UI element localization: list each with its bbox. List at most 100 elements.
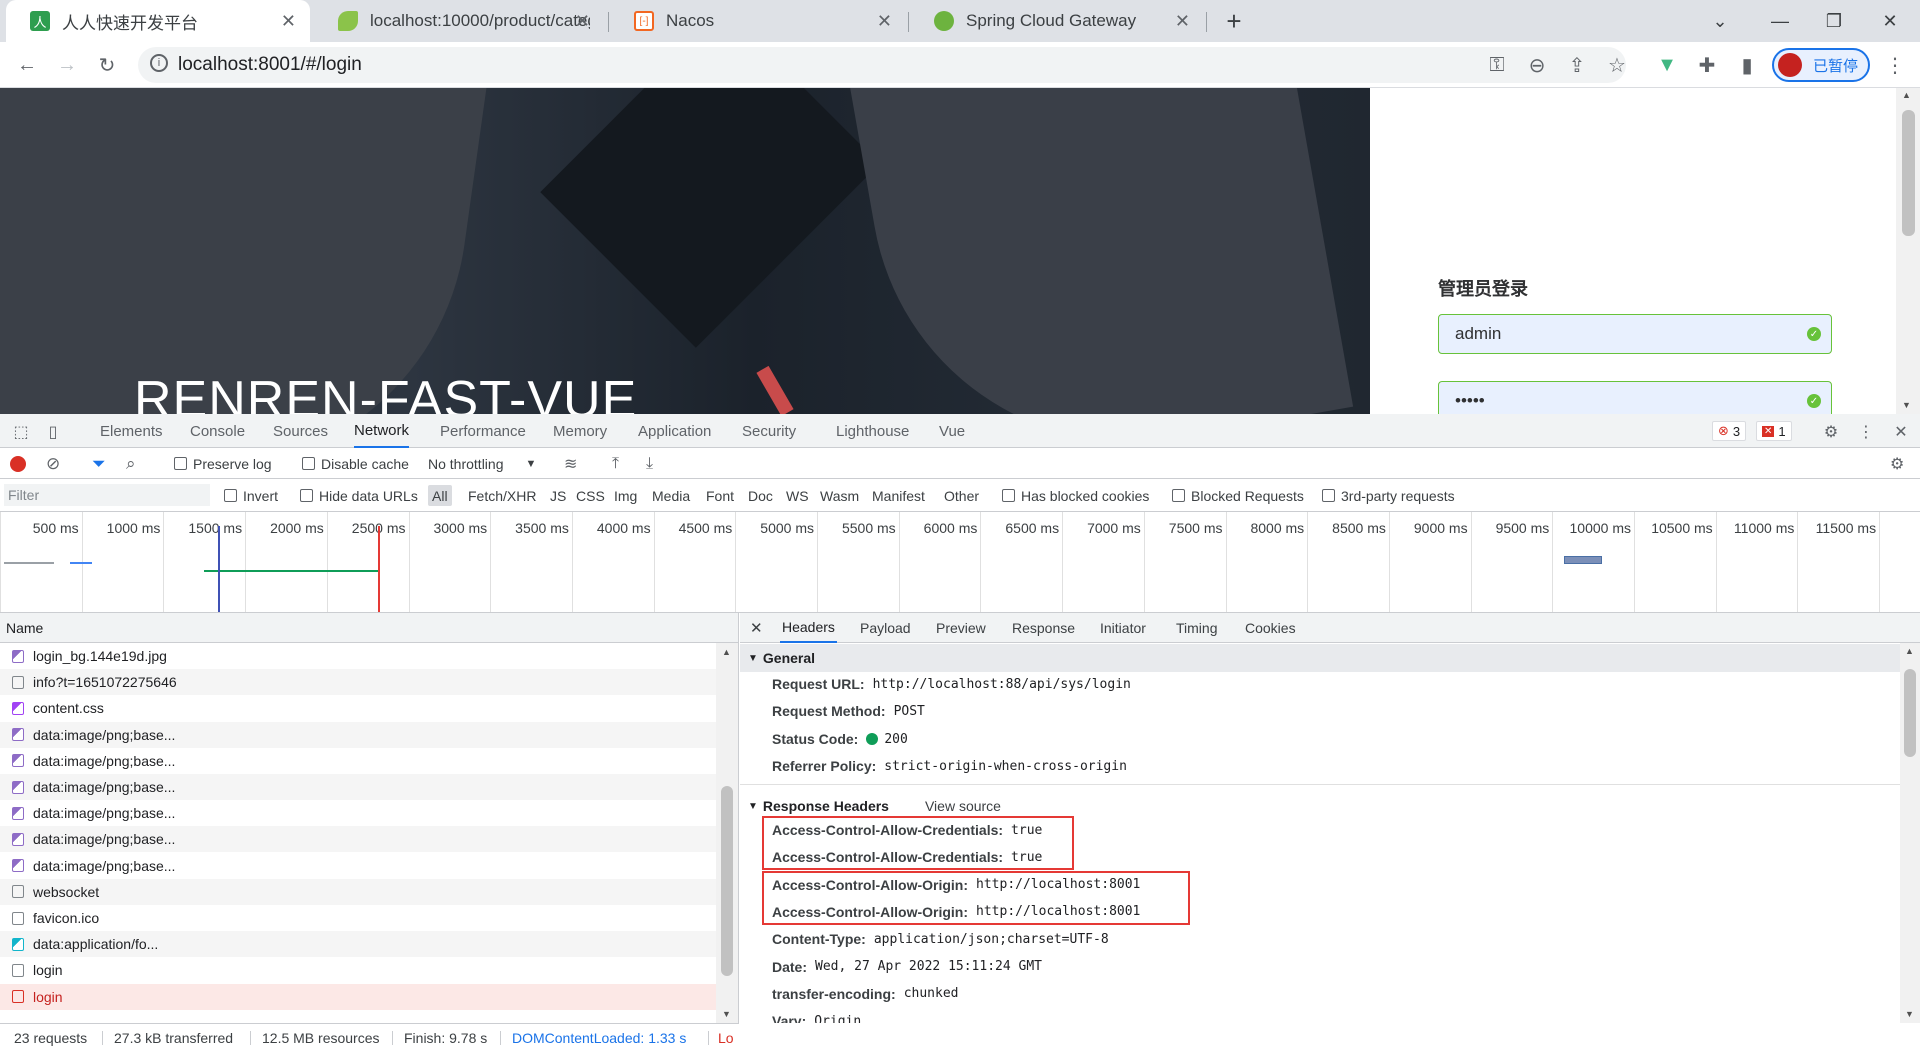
tab-initiator[interactable]: Initiator (1100, 613, 1146, 643)
zoom-icon[interactable]: ⊖ (1522, 50, 1552, 80)
tab-payload[interactable]: Payload (860, 613, 911, 643)
vue-devtools-icon[interactable]: ▼ (1652, 50, 1682, 80)
browser-tab-nacos[interactable]: [-] Nacos ✕ (610, 0, 906, 42)
page-scrollbar[interactable]: ▲ ▼ (1896, 88, 1920, 414)
export-har-icon[interactable]: ⤓ (646, 448, 653, 479)
browser-tab-product[interactable]: localhost:10000/product/categ ✕ (314, 0, 604, 42)
request-row[interactable]: data:image/png;base... (0, 826, 716, 853)
import-har-icon[interactable]: ⤒ (612, 448, 619, 479)
close-devtools-icon[interactable]: ✕ (1890, 421, 1912, 443)
tab-response[interactable]: Response (1012, 613, 1075, 643)
username-field[interactable]: admin ✓ (1438, 314, 1832, 354)
invert-checkbox[interactable]: Invert (224, 479, 278, 512)
request-row[interactable]: login (0, 957, 716, 983)
tab-console[interactable]: Console (190, 414, 245, 448)
request-row[interactable]: data:image/png;base... (0, 853, 716, 879)
site-info-icon[interactable]: i (150, 54, 168, 72)
tab-application[interactable]: Application (638, 414, 711, 448)
third-party-checkbox[interactable]: 3rd-party requests (1322, 479, 1455, 512)
tab-memory[interactable]: Memory (553, 414, 607, 448)
filter-wasm[interactable]: Wasm (820, 479, 859, 512)
search-icon[interactable]: ⌕ (126, 448, 136, 479)
name-column-header[interactable]: Name (0, 613, 738, 643)
more-options-icon[interactable]: ⋮ (1855, 421, 1877, 443)
hide-data-urls-checkbox[interactable]: Hide data URLs (300, 479, 418, 512)
request-row[interactable]: data:image/png;base... (0, 800, 716, 826)
issues-badge[interactable]: ✕ 1 (1756, 421, 1792, 441)
view-source-link[interactable]: View source (925, 798, 1001, 814)
key-icon[interactable]: ⚿ (1482, 50, 1512, 80)
filter-img[interactable]: Img (614, 479, 637, 512)
tab-security[interactable]: Security (742, 414, 796, 448)
filter-all[interactable]: All (428, 485, 452, 506)
close-detail-icon[interactable]: ✕ (750, 613, 763, 643)
close-tab-icon[interactable]: ✕ (281, 11, 296, 32)
request-row[interactable]: data:image/png;base... (0, 748, 716, 774)
close-tab-icon[interactable]: ✕ (1175, 11, 1190, 32)
blocked-requests-checkbox[interactable]: Blocked Requests (1172, 479, 1304, 512)
bookmark-star-icon[interactable]: ☆ (1602, 50, 1632, 80)
tab-timing[interactable]: Timing (1176, 613, 1218, 643)
browser-tab-renren[interactable]: 人 人人快速开发平台 ✕ (6, 0, 310, 42)
network-timeline[interactable]: 500 ms 1000 ms 1500 ms 2000 ms 2500 ms 3000 m… (0, 512, 1920, 613)
filter-other[interactable]: Other (944, 479, 979, 512)
filter-css[interactable]: CSS (576, 479, 605, 512)
filter-manifest[interactable]: Manifest (872, 479, 925, 512)
back-icon[interactable]: ← (12, 50, 42, 80)
new-tab-button[interactable]: + (1204, 0, 1264, 42)
close-window-icon[interactable]: ✕ (1860, 0, 1920, 42)
minimize-icon[interactable]: — (1750, 0, 1810, 42)
filter-ws[interactable]: WS (786, 479, 809, 512)
filter-doc[interactable]: Doc (748, 479, 773, 512)
profile-button[interactable]: 已暂停 (1772, 48, 1870, 82)
tab-sources[interactable]: Sources (273, 414, 328, 448)
password-field[interactable]: ••••• ✓ (1438, 381, 1832, 414)
filter-input[interactable]: Filter (4, 484, 210, 506)
inspect-element-icon[interactable]: ⬚ (10, 421, 32, 443)
restore-icon[interactable]: ❐ (1804, 0, 1864, 42)
request-row[interactable]: info?t=1651072275646 (0, 669, 716, 696)
detail-scrollbar[interactable]: ▲ ▼ (1900, 643, 1920, 1023)
request-row[interactable]: favicon.ico (0, 905, 716, 931)
request-row[interactable]: data:application/fo... (0, 931, 716, 958)
close-tab-icon[interactable]: ✕ (877, 11, 892, 32)
side-panel-icon[interactable]: ▮ (1732, 50, 1762, 80)
extensions-icon[interactable]: ✚ (1692, 50, 1722, 80)
settings-icon[interactable]: ⚙ (1820, 421, 1842, 443)
menu-icon[interactable]: ⋮ (1880, 50, 1910, 80)
filter-icon[interactable]: ⏷ (92, 448, 106, 479)
has-blocked-cookies-checkbox[interactable]: Has blocked cookies (1002, 479, 1149, 512)
request-list-scrollbar[interactable]: ▲ ▼ (716, 643, 738, 1023)
browser-tab-gateway[interactable]: Spring Cloud Gateway ✕ (910, 0, 1204, 42)
tab-vue[interactable]: Vue (939, 414, 965, 448)
tab-headers[interactable]: Headers (780, 613, 837, 643)
request-row[interactable]: websocket (0, 878, 716, 905)
device-toolbar-icon[interactable]: ▯ (42, 421, 64, 443)
general-section-header[interactable]: ▼ General (740, 644, 1900, 672)
throttling-select[interactable]: No throttling ▼ (428, 448, 536, 479)
filter-js[interactable]: JS (550, 479, 566, 512)
request-row[interactable]: data:image/png;base... (0, 721, 716, 748)
request-row[interactable]: login_bg.144e19d.jpg (0, 643, 716, 669)
filter-media[interactable]: Media (652, 479, 690, 512)
clear-icon[interactable]: ⊘ (46, 448, 60, 479)
reload-icon[interactable]: ↻ (92, 50, 122, 80)
share-icon[interactable]: ⇪ (1562, 50, 1592, 80)
request-row[interactable]: login (0, 983, 716, 1010)
record-icon[interactable] (10, 448, 26, 479)
network-conditions-icon[interactable]: ≋ (564, 448, 577, 479)
close-tab-icon[interactable]: ✕ (575, 11, 590, 32)
tab-search-icon[interactable]: ⌄ (1690, 0, 1750, 42)
tab-performance[interactable]: Performance (440, 414, 526, 448)
address-bar[interactable]: i localhost:8001/#/login (138, 47, 1626, 83)
tab-elements[interactable]: Elements (100, 414, 163, 448)
tab-preview[interactable]: Preview (936, 613, 986, 643)
request-row[interactable]: data:image/png;base... (0, 774, 716, 800)
disable-cache-checkbox[interactable]: Disable cache (302, 448, 409, 479)
tab-lighthouse[interactable]: Lighthouse (836, 414, 909, 448)
tab-network[interactable]: Network (354, 414, 410, 448)
request-row[interactable]: content.css (0, 695, 716, 721)
tab-cookies[interactable]: Cookies (1245, 613, 1296, 643)
preserve-log-checkbox[interactable]: Preserve log (174, 448, 272, 479)
filter-fetch-xhr[interactable]: Fetch/XHR (468, 479, 536, 512)
